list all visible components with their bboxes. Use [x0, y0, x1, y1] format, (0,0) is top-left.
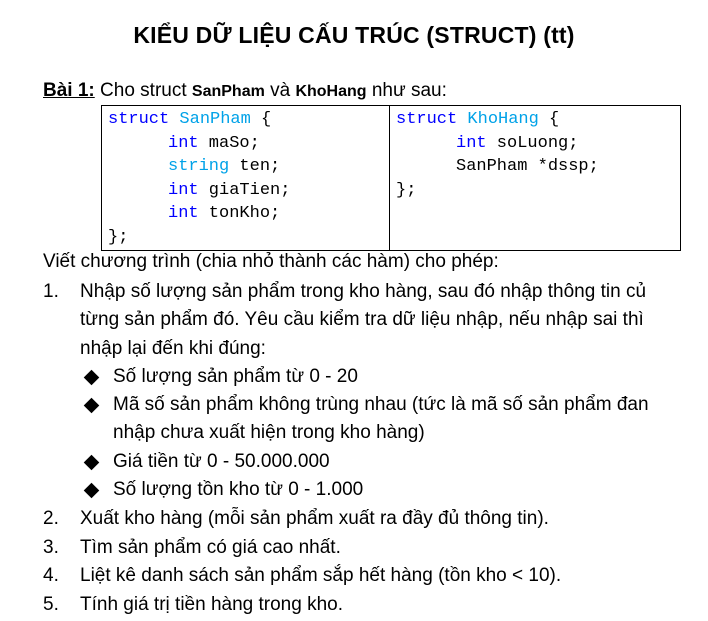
task-intro: Viết chương trình (chia nhỏ thành các hà…	[43, 251, 499, 272]
item-text-line: Xuất kho hàng (mỗi sản phẩm xuất ra đầy …	[80, 508, 549, 529]
field-name: tonKho;	[198, 204, 281, 224]
code-line-struct-header: struct SanPham {	[108, 108, 383, 132]
field-type: int	[168, 204, 199, 224]
item-number: 2.	[43, 508, 59, 529]
struct-name: KhoHang	[467, 110, 539, 129]
bullet-text: Số lượng sản phẩm từ 0 - 20	[113, 366, 358, 387]
struct-name: SanPham	[179, 110, 251, 129]
field-name: giaTien;	[198, 180, 291, 200]
diamond-bullet-icon	[83, 482, 100, 499]
code-line-struct-header: struct KhoHang {	[396, 108, 674, 132]
code-line-close: };	[108, 227, 129, 247]
code-line-field: int tonKho;	[108, 202, 383, 226]
code-line-field: string ten;	[108, 155, 383, 179]
code-line-field: SanPham *dssp;	[456, 157, 599, 177]
code-line-field: int giaTien;	[108, 179, 383, 203]
intro-text-2: và	[264, 80, 296, 101]
item-text-line: Nhập số lượng sản phẩm trong kho hàng, s…	[80, 281, 647, 302]
intro-text-1: Cho struct	[94, 80, 192, 101]
item-number: 3.	[43, 537, 59, 558]
field-type: string	[168, 157, 230, 177]
struct-name-khohang: KhoHang	[295, 83, 367, 100]
item-text-line: nhập lại đến khi đúng:	[80, 338, 266, 359]
item-text-line: Tính giá trị tiền hàng trong kho.	[80, 594, 343, 615]
open-brace: {	[538, 110, 560, 129]
diamond-bullet-icon	[83, 397, 100, 414]
bullet-text: Số lượng tồn kho từ 0 - 1.000	[113, 479, 364, 500]
field-type: int	[168, 133, 199, 153]
code-cell-sanpham: struct SanPham { int maSo; string ten; i…	[101, 105, 390, 251]
item-number: 4.	[43, 565, 59, 586]
item-number: 5.	[43, 594, 59, 615]
diamond-bullet-icon	[83, 369, 100, 386]
code-line-field: int maSo;	[108, 132, 383, 156]
struct-keyword: struct	[396, 110, 458, 129]
item-text-line: Tìm sản phẩm có giá cao nhất.	[80, 537, 341, 558]
code-cell-khohang: struct KhoHang { int soLuong; SanPham *d…	[389, 105, 681, 251]
struct-keyword: struct	[108, 110, 170, 129]
item-number: 1.	[43, 281, 59, 302]
open-brace: {	[250, 110, 272, 129]
intro-text-3: như sau:	[366, 80, 447, 101]
page-title: KIỂU DỮ LIỆU CẤU TRÚC (STRUCT) (tt)	[133, 22, 575, 48]
struct-name-sanpham: SanPham	[191, 83, 265, 100]
item-text-line: từng sản phẩm đó. Yêu cầu kiểm tra dữ li…	[80, 309, 644, 330]
field-name: ten;	[229, 157, 281, 177]
exercise-intro: Bài 1: Cho struct SanPham và KhoHang như…	[43, 80, 447, 102]
code-line-field: int soLuong;	[396, 132, 674, 156]
field-type: int	[168, 180, 199, 200]
bullet-text: Giá tiền từ 0 - 50.000.000	[113, 451, 330, 472]
bullet-text: nhập chưa xuất hiện trong kho hàng)	[113, 422, 425, 443]
code-table: struct SanPham { int maSo; string ten; i…	[101, 105, 681, 251]
code-line-close: };	[396, 180, 417, 200]
exercise-label: Bài 1:	[43, 80, 95, 101]
bullet-text: Mã số sản phẩm không trùng nhau (tức là …	[113, 394, 649, 415]
field-name: maSo;	[198, 133, 260, 153]
item-text-line: Liệt kê danh sách sản phẩm sắp hết hàng …	[80, 565, 562, 586]
field-type: int	[456, 133, 487, 153]
diamond-bullet-icon	[83, 454, 100, 471]
field-name: soLuong;	[486, 133, 579, 153]
